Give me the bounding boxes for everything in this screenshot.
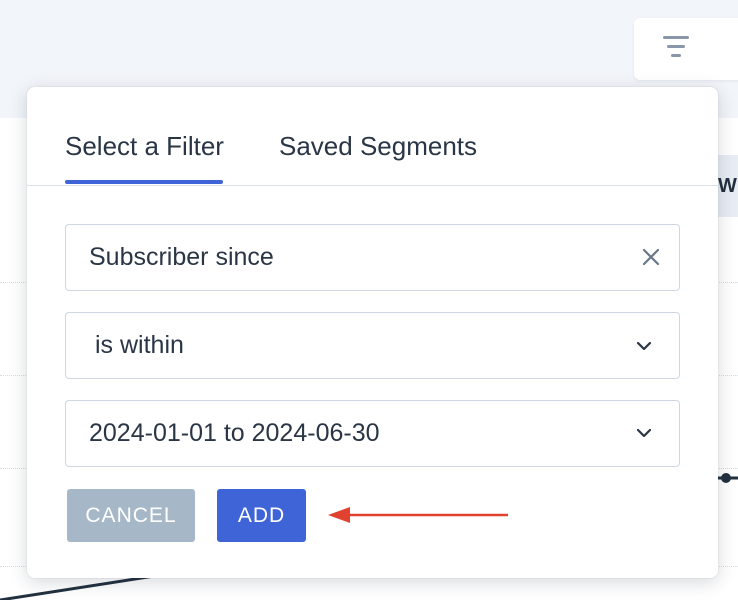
- chart-point: [721, 473, 731, 483]
- active-tab-indicator: [65, 180, 223, 184]
- filter-field-value: Subscriber since: [89, 243, 274, 271]
- close-icon[interactable]: [641, 247, 661, 267]
- operator-value: is within: [95, 331, 184, 359]
- chevron-down-icon: [636, 341, 652, 351]
- date-range-value: 2024-01-01 to 2024-06-30: [89, 419, 380, 447]
- tab-select-filter[interactable]: Select a Filter: [65, 131, 224, 162]
- filter-field-input[interactable]: Subscriber since: [65, 224, 680, 291]
- date-range-select[interactable]: 2024-01-01 to 2024-06-30: [65, 400, 680, 467]
- annotation-arrow-icon: [328, 507, 508, 523]
- add-button[interactable]: ADD: [217, 489, 306, 542]
- chevron-down-icon: [636, 428, 652, 438]
- cancel-button[interactable]: CANCEL: [67, 489, 195, 542]
- tab-saved-segments[interactable]: Saved Segments: [279, 131, 477, 162]
- operator-select[interactable]: is within: [65, 312, 680, 379]
- filter-tabs: Select a Filter Saved Segments: [27, 87, 718, 186]
